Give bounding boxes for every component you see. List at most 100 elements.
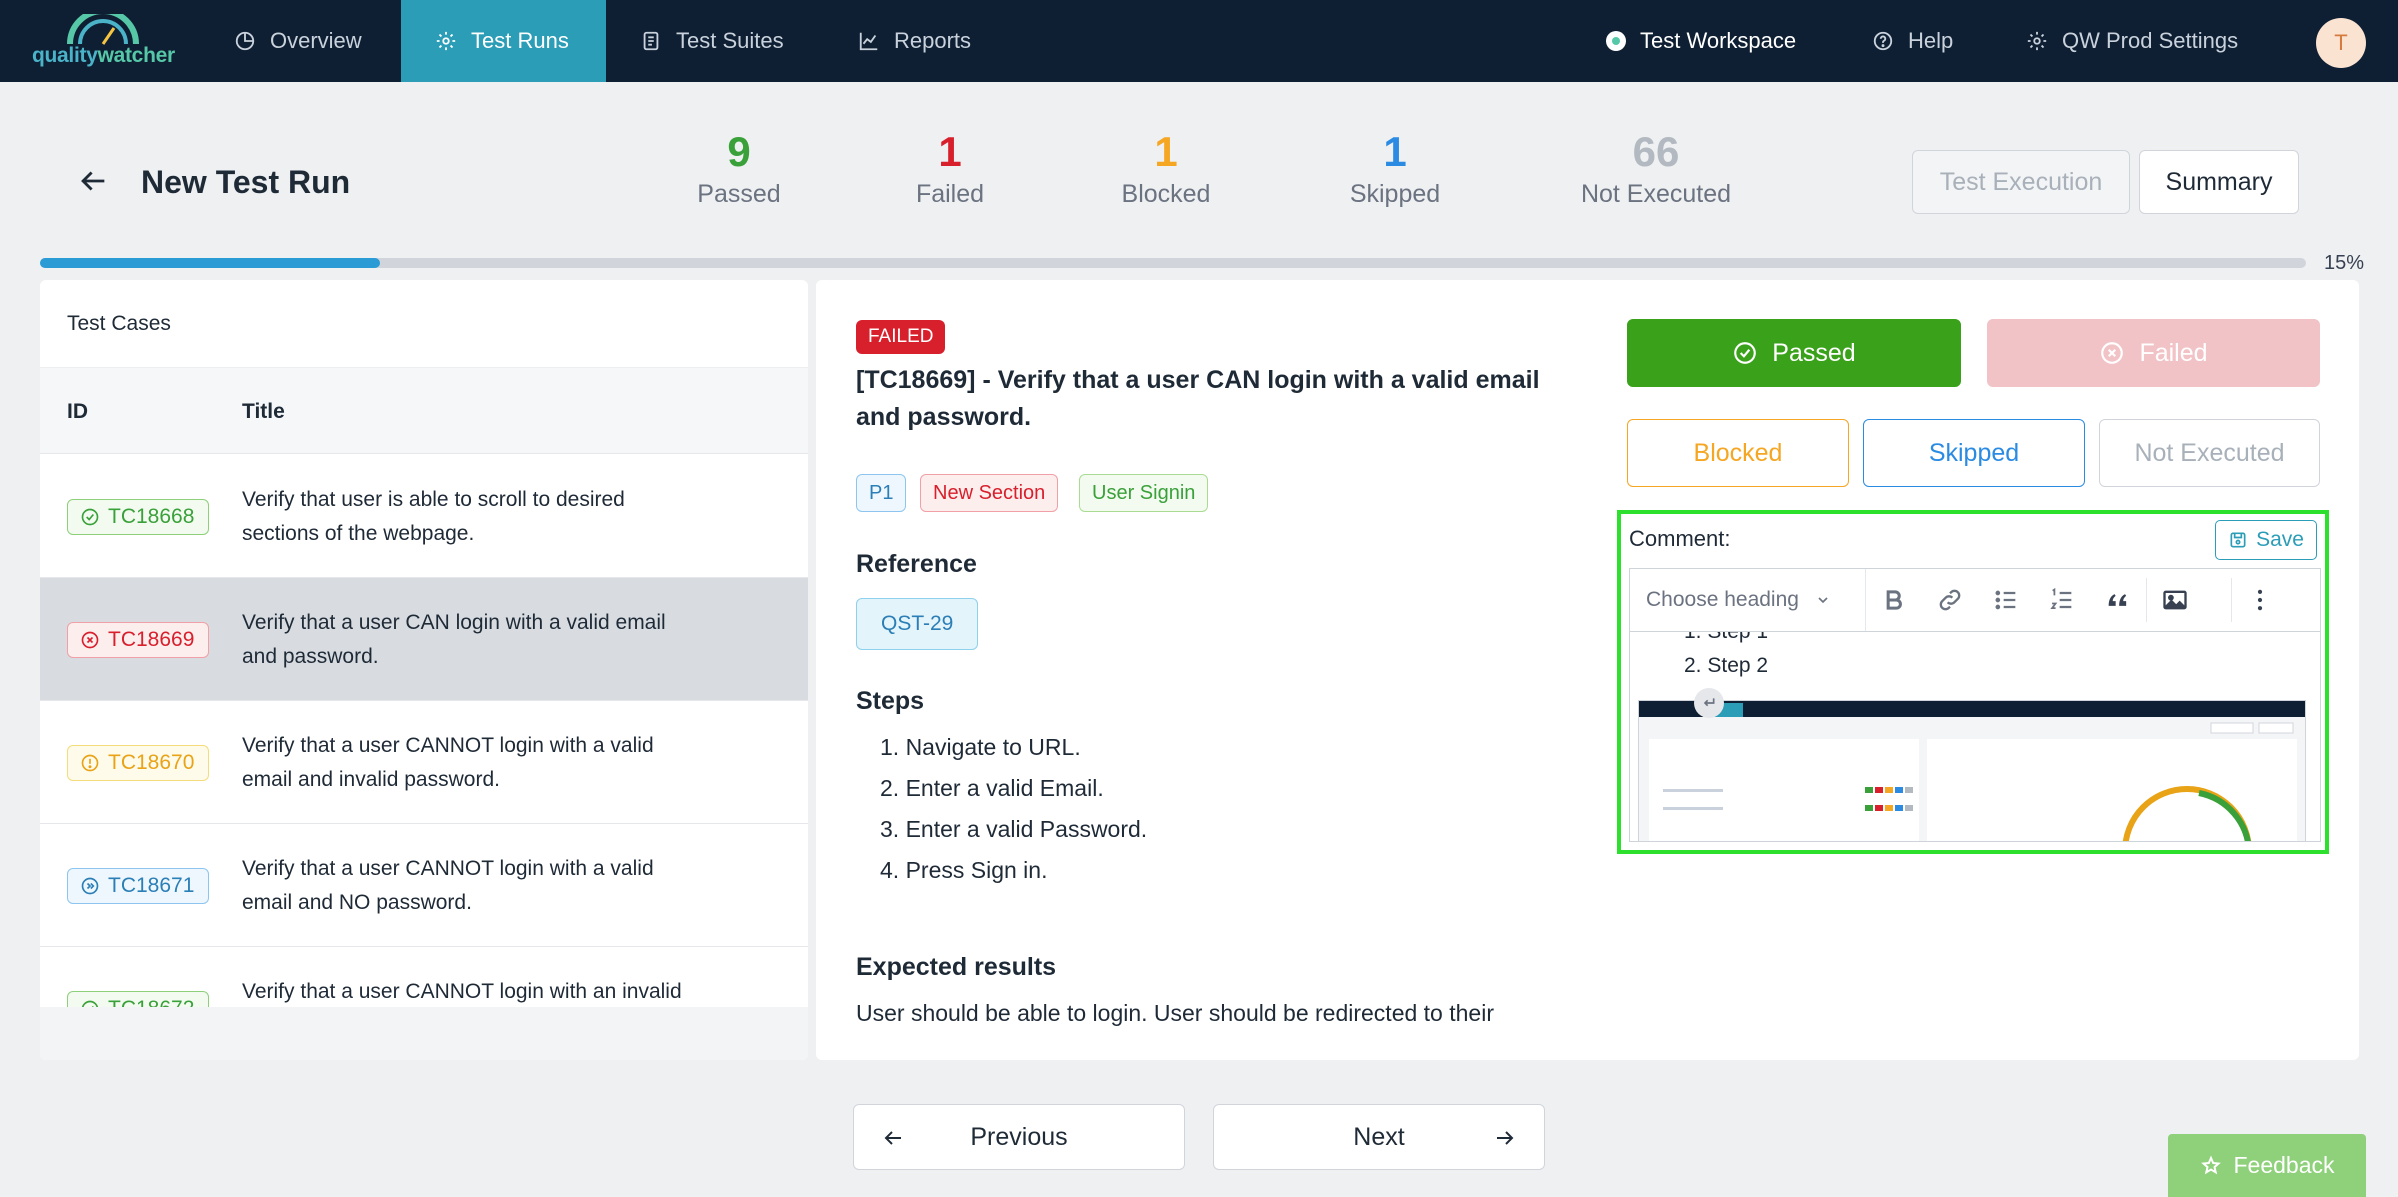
heading-select-value: Choose heading — [1646, 588, 1799, 611]
tc-title: Verify that a user CANNOT login with an … — [242, 975, 762, 1009]
tag-section: New Section — [920, 474, 1059, 512]
prod-settings-label: QW Prod Settings — [2062, 28, 2239, 53]
status-badge: FAILED — [856, 320, 946, 354]
stat-passed-label: Passed — [697, 180, 781, 208]
tc-id-badge: TC18669 — [67, 622, 210, 658]
nav-reports[interactable]: Reports — [824, 0, 1005, 82]
save-comment-button[interactable]: Save — [2215, 520, 2317, 560]
tc-id-badge: TC18668 — [67, 499, 210, 535]
stat-skipped-label: Skipped — [1349, 180, 1441, 208]
avatar[interactable]: T — [2316, 18, 2366, 68]
help-link[interactable]: Help — [1872, 0, 1953, 82]
table-row-selected[interactable]: TC18669 Verify that a user CAN login wit… — [40, 578, 808, 701]
bold-button[interactable] — [1866, 569, 1922, 631]
bold-icon — [1886, 590, 1902, 610]
summary-button[interactable]: Summary — [2139, 150, 2299, 214]
step-item: 3. Enter a valid Password. — [880, 816, 1148, 842]
test-execution-button[interactable]: Test Execution — [1912, 150, 2130, 214]
arrow-right-icon — [1497, 1131, 1514, 1145]
reference-heading: Reference — [856, 550, 977, 578]
embedded-screenshot-image[interactable] — [1638, 700, 2306, 841]
blockquote-button[interactable] — [2090, 569, 2146, 631]
tc-title-line: Verify that a user CANNOT login with an … — [242, 980, 682, 1003]
tc-title: Verify that a user CAN login with a vali… — [242, 606, 762, 674]
bulleted-list-button[interactable] — [1978, 569, 2034, 631]
steps-list: 1. Navigate to URL. 2. Enter a valid Ema… — [856, 727, 1147, 891]
mark-failed-button[interactable]: Failed — [1987, 319, 2320, 387]
tc-id: TC18669 — [108, 628, 195, 651]
heading-select[interactable]: Choose heading — [1630, 569, 1866, 631]
tc-id-badge: TC18671 — [67, 868, 210, 904]
step-item: 4. Press Sign in. — [880, 857, 1048, 883]
image-icon — [2163, 590, 2187, 610]
step-item: 1. Navigate to URL. — [880, 734, 1081, 760]
gear-icon — [436, 31, 456, 51]
insert-image-button[interactable] — [2147, 569, 2203, 631]
next-button[interactable]: Next — [1213, 1104, 1545, 1170]
screenshot-thumbnail-icon — [1639, 701, 2305, 841]
column-title: Title — [242, 400, 285, 423]
check-circle-icon — [1734, 342, 1757, 364]
tc-title-line: email and invalid password. — [242, 768, 500, 791]
logo-text-watcher: watcher — [97, 44, 176, 67]
logo-gauge-icon — [67, 14, 139, 45]
step-item: 2. Enter a valid Email. — [880, 775, 1104, 801]
tc-id: TC18668 — [108, 505, 195, 528]
stat-skipped: 1 Skipped — [1295, 128, 1495, 209]
progress-fill — [40, 258, 380, 268]
pie-chart-icon — [235, 31, 255, 51]
quality-watcher-logo[interactable]: qualitywatcher — [28, 14, 178, 70]
nav-test-suites-label: Test Suites — [676, 28, 784, 53]
mark-passed-button[interactable]: Passed — [1627, 319, 1961, 387]
tc-title-line: and password. — [242, 645, 379, 668]
mark-not-executed-button[interactable]: Not Executed — [2099, 419, 2320, 487]
editor-step-1: 1. Step 1 — [1684, 632, 1768, 644]
back-arrow-icon[interactable] — [76, 164, 110, 198]
workspace-switcher[interactable]: Test Workspace — [1606, 0, 1796, 82]
skip-circle-icon — [81, 877, 99, 895]
prod-settings-link[interactable]: QW Prod Settings — [2026, 0, 2238, 82]
check-circle-icon — [81, 508, 99, 526]
table-row[interactable]: TC18670 Verify that a user CANNOT login … — [40, 701, 808, 824]
stat-blocked-value: 1 — [1154, 128, 1178, 175]
sparkle-star-icon — [2201, 1155, 2222, 1174]
tc-title: Verify that a user CANNOT login with a v… — [242, 852, 762, 920]
test-cases-title: Test Cases — [67, 312, 171, 335]
link-button[interactable] — [1922, 569, 1978, 631]
tc-title: Verify that a user CANNOT login with a v… — [242, 729, 762, 797]
tc-title-line: sections of the webpage. — [242, 522, 475, 545]
stat-not-executed-value: 66 — [1632, 128, 1680, 175]
expected-results-heading: Expected results — [856, 953, 1057, 981]
test-case-title-line: [TC18669] - Verify that a user CAN login… — [856, 366, 1540, 394]
stat-failed-value: 1 — [938, 128, 962, 175]
expected-results-text: User should be able to login. User shoul… — [856, 1000, 1494, 1026]
steps-heading: Steps — [856, 687, 925, 715]
nav-test-suites[interactable]: Test Suites — [606, 0, 818, 82]
mark-skipped-button[interactable]: Skipped — [1863, 419, 2085, 487]
tc-title-line: Verify that a user CAN login with a vali… — [242, 611, 666, 634]
test-cases-panel: Test Cases ID Title TC18668 Verify that … — [40, 280, 808, 1060]
stat-not-executed-label: Not Executed — [1580, 180, 1732, 208]
more-options-button[interactable] — [2232, 569, 2288, 631]
previous-button[interactable]: Previous — [853, 1104, 1185, 1170]
comment-editor[interactable]: 1. Step 1 2. Step 2 — [1629, 632, 2321, 842]
nav-test-runs[interactable]: Test Runs — [401, 0, 606, 82]
workspace-dot-icon — [1606, 31, 1626, 51]
stat-failed-label: Failed — [915, 180, 985, 208]
numbered-list-button[interactable] — [2034, 569, 2090, 631]
mark-blocked-button[interactable]: Blocked — [1627, 419, 1849, 487]
feedback-label: Feedback — [2233, 1152, 2335, 1178]
nav-overview[interactable]: Overview — [200, 0, 396, 82]
reference-chip[interactable]: QST-29 — [856, 598, 979, 650]
tc-id: TC18670 — [108, 751, 195, 774]
feedback-button[interactable]: Feedback — [2168, 1134, 2366, 1197]
table-row[interactable]: TC18668 Verify that user is able to scro… — [40, 455, 808, 578]
next-label: Next — [1353, 1122, 1405, 1151]
logo-text-quality: quality — [32, 44, 98, 67]
document-icon — [643, 31, 659, 51]
table-row[interactable]: TC18671 Verify that a user CANNOT login … — [40, 824, 808, 947]
nav-reports-label: Reports — [894, 28, 972, 53]
editor-toolbar: Choose heading — [1629, 568, 2321, 632]
tc-title-line: email and NO password. — [242, 891, 472, 914]
save-label: Save — [2256, 528, 2304, 551]
